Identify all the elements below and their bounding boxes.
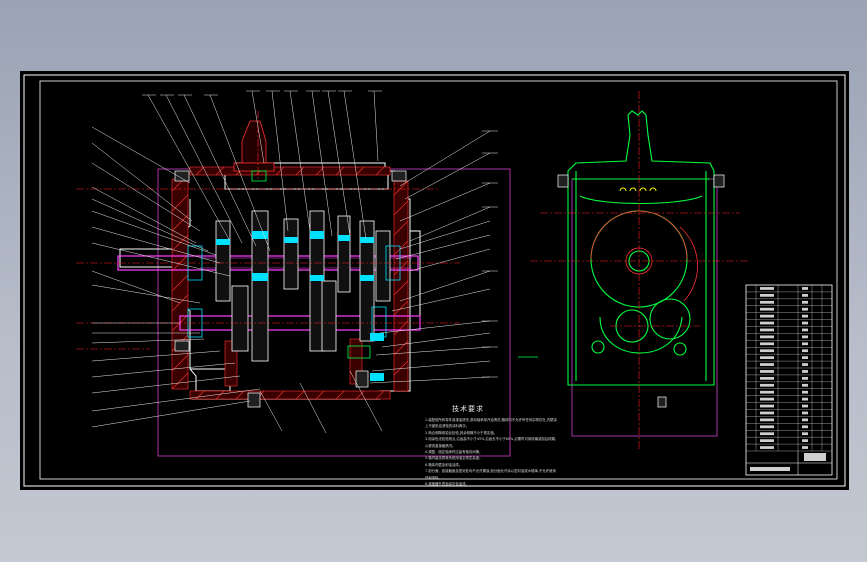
main-section-view (76, 90, 538, 434)
title-block-cell-text (760, 335, 774, 339)
technical-requirements-title: 技术要求 (452, 405, 484, 413)
note-line: 8.减速器外表面涂灰色油漆。 (425, 482, 469, 487)
title-block-cell-text (802, 314, 808, 318)
title-block-cell-text (802, 439, 808, 443)
title-block-cell-text (760, 363, 774, 366)
title-block-cell-text (802, 376, 808, 380)
title-block-cell-text (760, 397, 774, 401)
housing-outline (119, 162, 421, 400)
title-block-cell-text (760, 349, 774, 353)
title-block-cell-text (802, 293, 808, 297)
title-block-cell-text (802, 383, 808, 387)
title-block-cell-text (802, 432, 808, 436)
title-block-cell-text (802, 418, 808, 422)
title-block (745, 284, 833, 476)
title-block-cell-text (802, 397, 808, 401)
title-block-cell-text (802, 446, 808, 449)
title-block-name-text (804, 453, 826, 461)
note-line: 7.剖分面、各接触面及密封处均不允许漏油,剖分面允许涂以密封油或水玻璃,不允许使… (425, 469, 556, 474)
title-block-border (745, 284, 833, 476)
title-block-cell-text (760, 300, 774, 304)
title-block-cell-text (760, 342, 774, 346)
title-block-cell-text (760, 432, 774, 436)
title-block-cell-text (802, 390, 808, 394)
cad-drawing-viewport[interactable]: 技术要求 1.装配前所有零件用煤油清洗,滚动轴承用汽油清洗,箱体内不允许有任何杂… (20, 71, 849, 490)
title-block-cell-text (760, 370, 774, 373)
title-block-cell-text (802, 356, 808, 360)
title-block-cell-text (760, 439, 774, 443)
title-block-cell-text (760, 293, 774, 297)
side-red-circles (590, 210, 698, 302)
title-block-cell-text (760, 287, 774, 290)
breather-cap (233, 120, 275, 172)
title-block-cell-text (802, 300, 808, 304)
title-block-cell-text (802, 321, 808, 325)
title-block-cell-text (760, 356, 774, 360)
title-block-cell-text (760, 307, 774, 311)
title-block-cell-text (760, 321, 774, 325)
title-block-cell-text (760, 376, 774, 380)
title-block-cell-text (760, 328, 774, 332)
title-block-cell-text (760, 446, 774, 449)
title-block-cell-text (760, 418, 774, 422)
title-block-cell-text (802, 411, 808, 415)
title-block-cell-text (802, 335, 808, 339)
title-block-cell-text (760, 383, 774, 387)
title-block-cell-text (802, 370, 808, 373)
title-block-cell-text (760, 314, 774, 318)
title-block-cell-text (802, 349, 808, 353)
title-block-cell-text (802, 342, 808, 346)
title-block-cell-text (760, 425, 774, 429)
title-block-cell-text (802, 307, 808, 311)
note-line: 3.用涂色法检验斑点,沿齿高不小于45%,沿齿长不小于60%,必要时可用研磨或刮… (425, 437, 557, 442)
title-block-cell-text (802, 425, 808, 429)
technical-requirements-notes: 1.装配前所有零件用煤油清洗,滚动轴承用汽油清洗,箱体内不允许有任何杂物存在,内… (425, 417, 575, 487)
title-block-cell-text (802, 404, 808, 408)
title-block-sign-text (750, 467, 790, 471)
title-block-cell-text (802, 328, 808, 332)
side-bolts (557, 174, 725, 408)
title-block-cell-text (802, 287, 808, 290)
side-yellow-marks (619, 187, 657, 192)
gear-blocks (215, 210, 391, 362)
title-block-cell-text (802, 363, 808, 366)
title-block-cell-text (760, 411, 774, 415)
title-block-cell-text (760, 404, 774, 408)
title-block-cell-text (760, 390, 774, 394)
